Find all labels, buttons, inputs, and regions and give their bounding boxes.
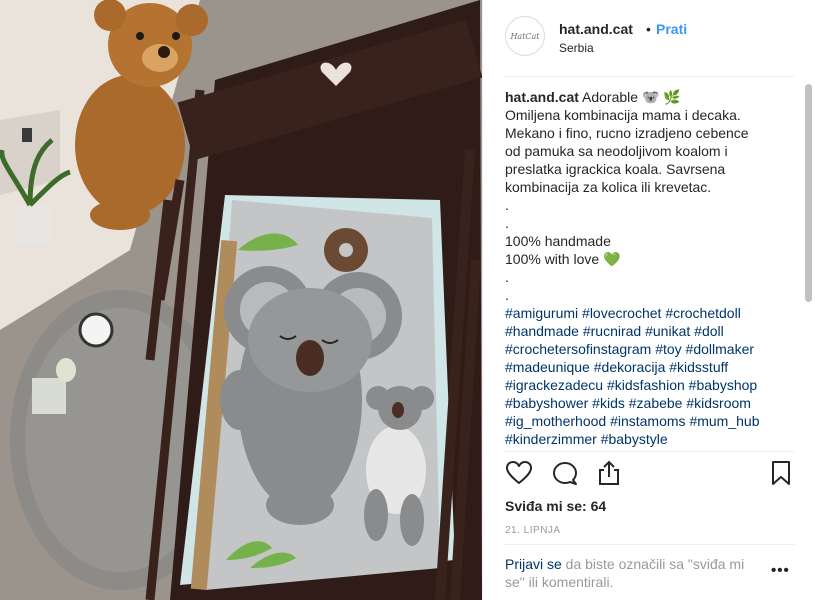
hashtag-link[interactable]: #kidsstuff <box>669 359 728 375</box>
hashtag-link[interactable]: #toy <box>655 341 681 357</box>
hashtag-link[interactable]: #amigurumi <box>505 305 578 321</box>
hashtag-line: #babyshower #kids #zabebe #kidsroom <box>505 394 785 412</box>
bookmark-icon <box>772 461 790 485</box>
hashtag-link[interactable]: #crochetersofinstagram <box>505 341 651 357</box>
follow-button[interactable]: Prati <box>656 21 687 37</box>
save-button[interactable] <box>767 459 795 487</box>
caption-line: Omiljena kombinacija mama i decaka. <box>505 107 741 123</box>
caption-scrollbar[interactable] <box>805 84 812 302</box>
caption-first-text: Adorable 🐨 🌿 <box>578 89 681 105</box>
post-location[interactable]: Serbia <box>559 41 594 55</box>
post-header: HatCat hat.and.cat • Prati Serbia <box>505 16 795 61</box>
hashtag-link[interactable]: #handmade <box>505 323 579 339</box>
hashtag-link[interactable]: #kinderzimmer <box>505 431 597 447</box>
hashtag-link[interactable]: #lovecrochet <box>582 305 661 321</box>
caption-line: . <box>505 215 509 231</box>
login-link[interactable]: Prijavi se <box>505 556 562 572</box>
post-username[interactable]: hat.and.cat <box>559 21 633 37</box>
caption-username[interactable]: hat.and.cat <box>505 89 579 105</box>
hashtag-link[interactable]: #kidsroom <box>686 395 751 411</box>
header-divider <box>505 76 795 77</box>
photo-illustration <box>0 0 482 600</box>
hashtag-link[interactable]: #zabebe <box>629 395 683 411</box>
actions-divider <box>505 451 795 452</box>
separator-dot: • <box>646 21 651 37</box>
caption-line: od pamuka sa neodoljivom koalom i <box>505 143 728 159</box>
caption-line: . <box>505 197 509 213</box>
hashtag-link[interactable]: #rucnirad <box>583 323 641 339</box>
hashtag-line: #handmade #rucnirad #unikat #doll <box>505 322 785 340</box>
login-divider <box>505 544 795 545</box>
hashtag-link[interactable]: #dollmaker <box>686 341 754 357</box>
hashtag-link[interactable]: #kidsfashion <box>607 377 685 393</box>
hashtag-line: #kinderzimmer #babystyle <box>505 430 785 448</box>
post-side-panel: HatCat hat.and.cat • Prati Serbia hat.an… <box>482 0 815 600</box>
caption-line: kombinacija za kolica ili krevetac. <box>505 179 712 195</box>
hashtag-link[interactable]: #instamoms <box>610 413 685 429</box>
hashtag-link[interactable]: #babyshower <box>505 395 588 411</box>
caption-line: Mekano i fino, rucno izradjeno cebence <box>505 125 749 141</box>
hashtag-link[interactable]: #babystyle <box>601 431 668 447</box>
post-date: 21. LIPNJA <box>505 525 561 536</box>
hashtag-line: #ig_motherhood #instamoms #mum_hub <box>505 412 785 430</box>
heart-icon <box>506 461 532 484</box>
comment-button[interactable] <box>551 459 579 487</box>
caption-line: . <box>505 269 509 285</box>
share-icon <box>599 460 619 485</box>
hashtag-link[interactable]: #dekoracija <box>594 359 666 375</box>
avatar-logo-text: HatCat <box>510 31 540 41</box>
caption-line: preslatka igrackica koala. Savrsena <box>505 161 726 177</box>
hashtag-link[interactable]: #babyshop <box>689 377 758 393</box>
avatar[interactable]: HatCat <box>505 16 545 56</box>
action-bar <box>505 459 795 489</box>
more-options-button[interactable]: ••• <box>771 562 790 579</box>
share-button[interactable] <box>595 459 623 487</box>
caption-line: . <box>505 287 509 303</box>
caption-line: 100% handmade <box>505 233 611 249</box>
hashtag-link[interactable]: #crochetdoll <box>665 305 741 321</box>
hashtag-link[interactable]: #ig_motherhood <box>505 413 606 429</box>
hashtag-link[interactable]: #unikat <box>645 323 690 339</box>
like-button[interactable] <box>505 459 533 487</box>
hashtag-line: #amigurumi #lovecrochet #crochetdoll <box>505 304 785 322</box>
post-photo[interactable] <box>0 0 482 600</box>
caption-line: 100% with love 💚 <box>505 251 621 267</box>
hashtag-link[interactable]: #doll <box>694 323 724 339</box>
hashtag-link[interactable]: #igrackezadecu <box>505 377 603 393</box>
hashtag-link[interactable]: #kids <box>592 395 625 411</box>
comment-icon <box>553 462 577 485</box>
login-prompt: Prijavi se da biste označili sa "sviđa m… <box>505 555 767 591</box>
caption-first-line: hat.and.cat Adorable 🐨 🌿 <box>505 88 785 106</box>
hashtag-line: #igrackezadecu #kidsfashion #babyshop <box>505 376 785 394</box>
caption: hat.and.cat Adorable 🐨 🌿 Omiljena kombin… <box>505 88 785 450</box>
hashtag-line: #madeunique #dekoracija #kidsstuff <box>505 358 785 376</box>
hashtag-link[interactable]: #madeunique <box>505 359 590 375</box>
likes-count[interactable]: Sviđa mi se: 64 <box>505 498 606 514</box>
hashtag-link[interactable]: #mum_hub <box>689 413 759 429</box>
hashtag-line: #crochetersofinstagram #toy #dollmaker <box>505 340 785 358</box>
